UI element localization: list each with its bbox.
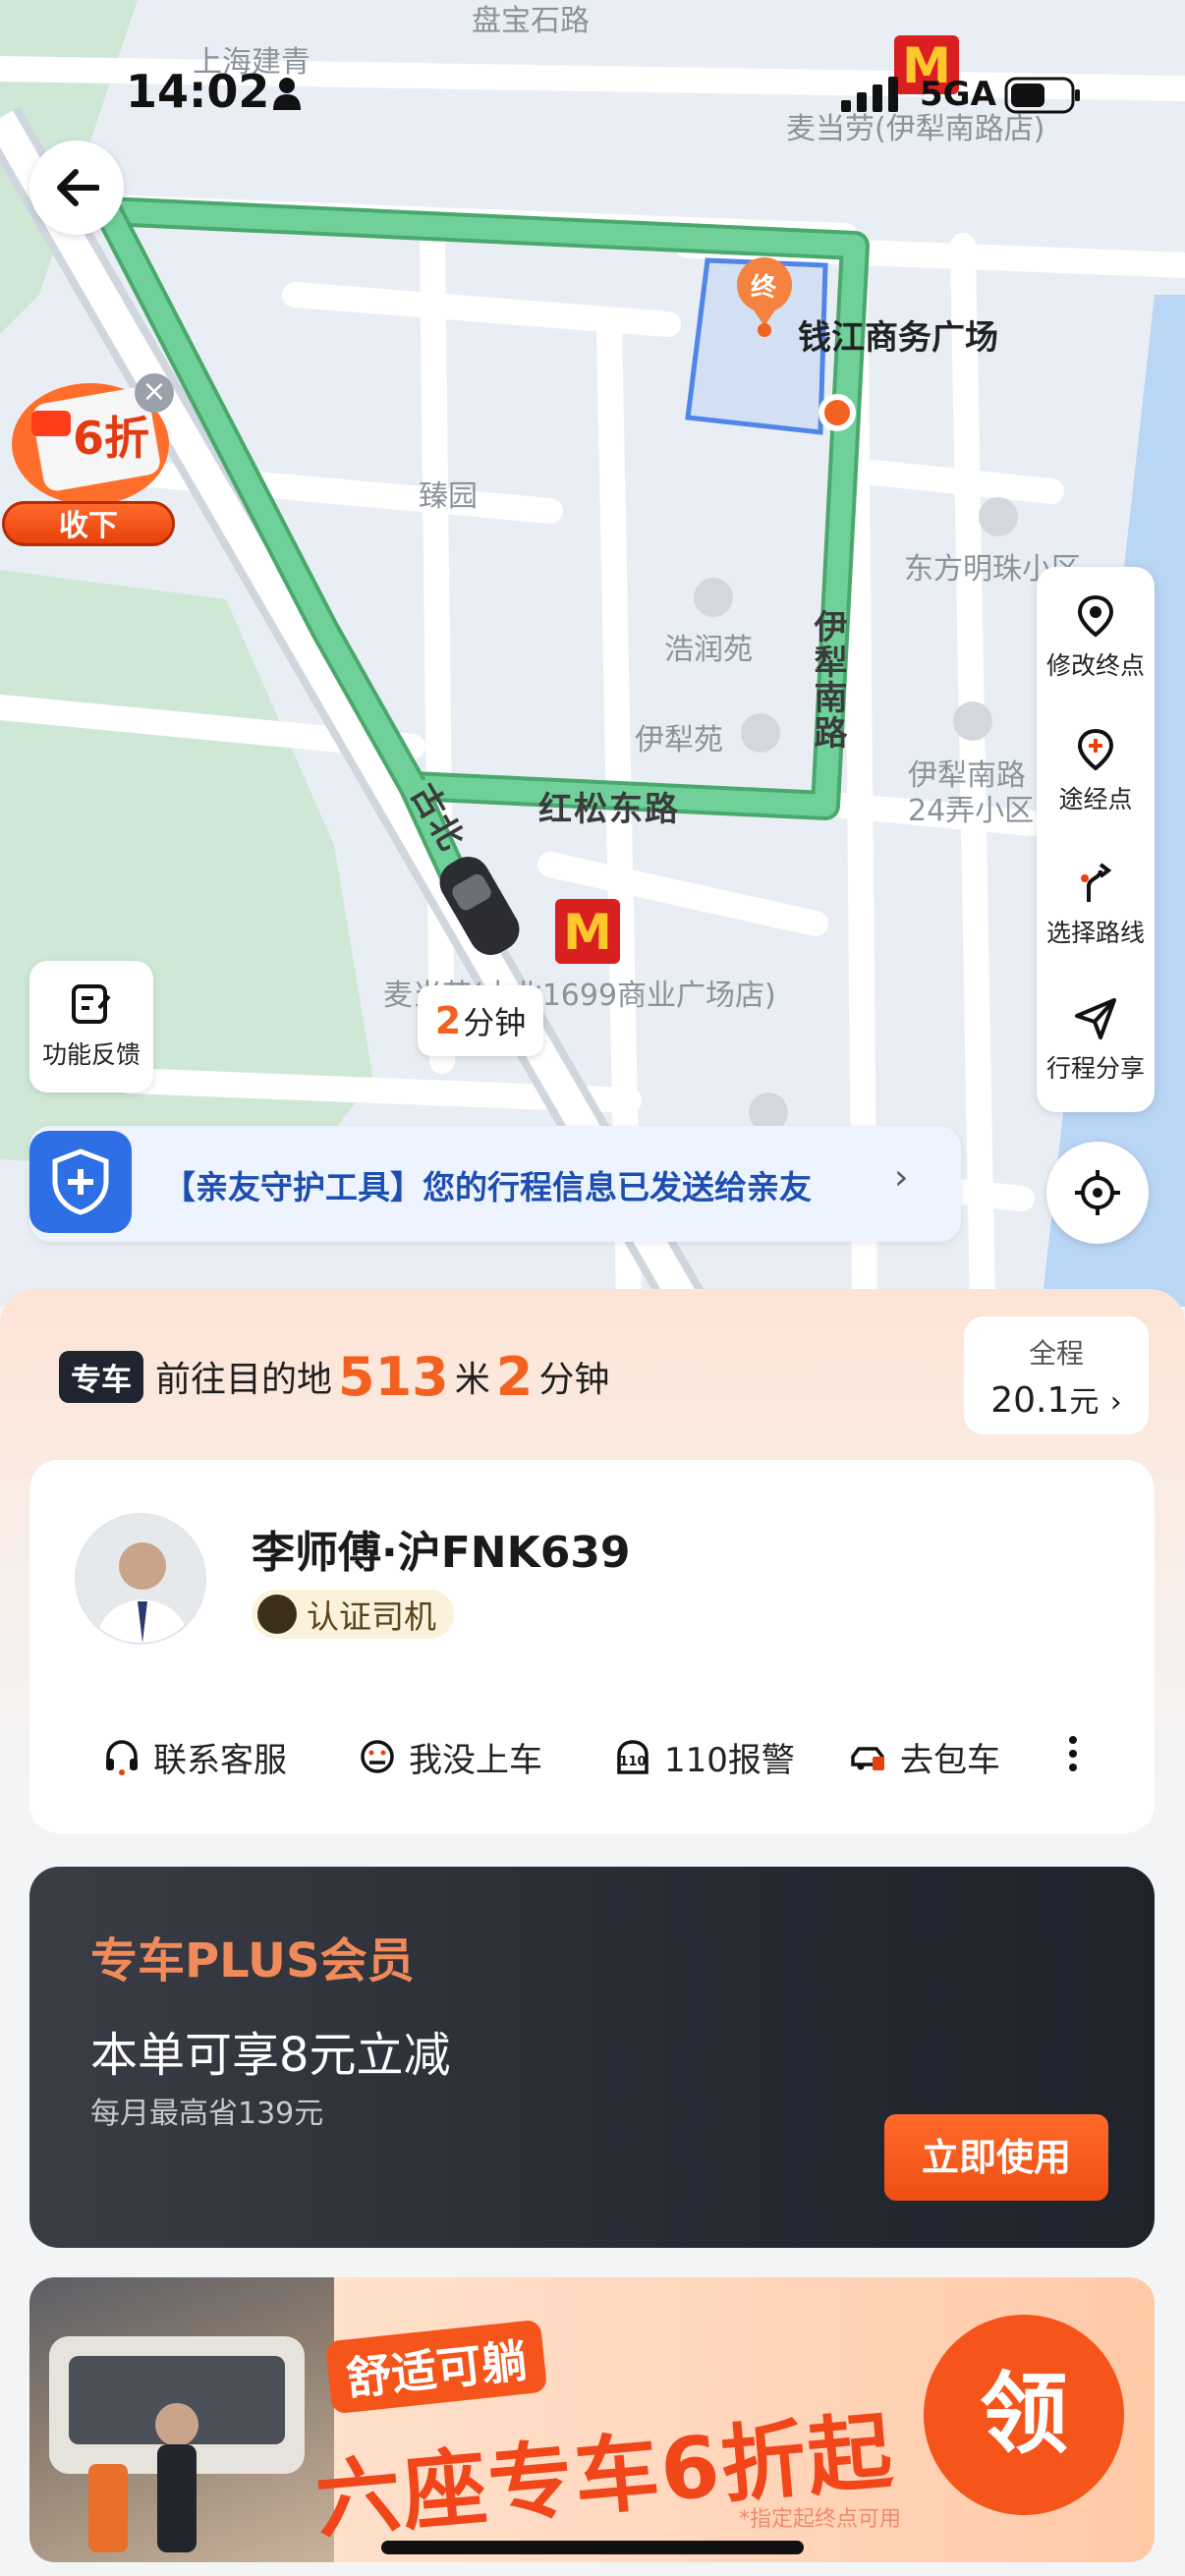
shield-icon	[29, 1131, 132, 1233]
police-icon: 110	[617, 1740, 649, 1774]
select-route-button[interactable]: 选择路线	[1037, 838, 1155, 972]
map-label-poi: 臻园	[419, 479, 478, 514]
trip-minutes-unit: 分钟	[538, 1360, 610, 1400]
route-icon	[1081, 863, 1112, 902]
driver-photo	[77, 1515, 204, 1643]
trip-prefix: 前往目的地	[155, 1360, 333, 1400]
signal-icon	[841, 77, 898, 112]
driver-cert-icon	[257, 1595, 297, 1634]
svg-text:110: 110	[619, 1755, 646, 1769]
trip-status: 专车 前往目的地 513 米 2 分钟	[59, 1339, 609, 1414]
side-tool-label: 修改终点	[1045, 651, 1145, 680]
arrow-left-icon	[57, 169, 99, 206]
close-icon[interactable]: ×	[135, 373, 174, 413]
banner-photo	[29, 2277, 334, 2562]
plus-subtext: 每月最高省139元	[90, 2097, 324, 2131]
eta-minutes: 2	[434, 999, 462, 1042]
fare-value-line: 20.1元 ›	[964, 1377, 1149, 1421]
crosshair-icon	[1075, 1170, 1120, 1215]
feedback-button[interactable]: 功能反馈	[29, 961, 153, 1092]
road-label-yili: 伊犁南路	[808, 609, 847, 751]
poi-icon	[953, 701, 992, 741]
back-button[interactable]	[29, 140, 124, 235]
fare-unit: 元	[1069, 1385, 1100, 1420]
headset-icon	[106, 1740, 138, 1775]
trip-distance-unit: 米	[454, 1360, 490, 1400]
fare-value: 20.1	[990, 1380, 1070, 1421]
banner-note: *指定起终点可用	[739, 2507, 902, 2532]
service-badge: 专车	[59, 1350, 143, 1403]
status-time: 14:02	[126, 65, 270, 118]
side-toolbar: 修改终点 途经点 选择路线 行程分享	[1037, 567, 1155, 1112]
map-label-poi: 浩润苑	[664, 633, 753, 667]
contact-support-button[interactable]: 联系客服	[102, 1727, 287, 1786]
eta-unit: 分钟	[463, 1004, 527, 1041]
certified-badge: 认证司机	[252, 1590, 454, 1639]
guard-banner[interactable]: 【亲友守护工具】您的行程信息已发送给亲友 ›	[29, 1126, 961, 1242]
locate-button[interactable]	[1046, 1142, 1149, 1244]
side-tool-label: 行程分享	[1045, 1054, 1145, 1083]
chevron-right-icon: ›	[1109, 1385, 1122, 1420]
edit-destination-button[interactable]: 修改终点	[1037, 571, 1155, 704]
chevron-right-icon: ›	[894, 1157, 909, 1198]
eta-bubble: 2 分钟	[418, 985, 543, 1056]
poi-icon	[979, 497, 1018, 536]
map-label-poi: 伊犁苑	[635, 723, 723, 757]
poi-icon	[741, 713, 780, 753]
road-label-hongsong: 红松东路	[538, 790, 680, 829]
person-icon	[273, 78, 301, 110]
pin-icon	[1077, 594, 1114, 638]
side-tool-label: 选择路线	[1045, 919, 1145, 947]
not-boarded-button[interactable]: 我没上车	[358, 1727, 542, 1786]
network-type: 5GA	[920, 75, 996, 114]
call-police-button[interactable]: 110 110报警	[613, 1727, 795, 1786]
driver-actions: 联系客服 我没上车 110 110报警 去包车	[102, 1727, 1124, 1786]
plus-title: 专车PLUS会员	[90, 1933, 415, 1988]
home-indicator[interactable]	[381, 2541, 804, 2554]
claim-button[interactable]: 领	[924, 2315, 1124, 2515]
map-label-poi: 24弄小区	[908, 794, 1035, 828]
svg-text:M: M	[563, 904, 612, 961]
share-trip-button[interactable]: 行程分享	[1037, 974, 1155, 1107]
poi-icon	[694, 578, 733, 617]
battery-icon	[1004, 77, 1080, 114]
avatar[interactable]	[75, 1513, 206, 1645]
charter-button[interactable]: 去包车	[849, 1727, 1000, 1786]
promo-discount: 6折	[73, 412, 150, 465]
action-label: 去包车	[900, 1740, 1000, 1780]
action-label: 我没上车	[409, 1740, 542, 1780]
map-label-road: 盘宝石路	[472, 4, 590, 38]
feedback-label: 功能反馈	[41, 1040, 141, 1069]
trip-distance: 513	[338, 1345, 449, 1408]
fare-box[interactable]: 全程 20.1元 ›	[964, 1316, 1149, 1434]
use-now-button[interactable]: 立即使用	[884, 2114, 1108, 2201]
action-label: 联系客服	[153, 1740, 287, 1780]
fare-label: 全程	[1028, 1337, 1084, 1370]
feedback-icon	[72, 984, 111, 1024]
driver-name: 李师傅·沪FNK639	[252, 1528, 631, 1578]
side-tool-label: 途经点	[1058, 785, 1133, 813]
share-icon	[1075, 998, 1116, 1039]
car-rent-icon	[851, 1747, 884, 1770]
action-label: 110报警	[664, 1740, 795, 1780]
map-view[interactable]: M M 盘宝石路 上海建青 麦当劳(伊犁南路店) 钱江商务广场 终 臻园 东方明…	[0, 0, 1185, 1307]
no-board-icon	[361, 1740, 394, 1773]
cert-label: 认证司机	[307, 1597, 436, 1636]
waypoint-button[interactable]: 途经点	[1037, 704, 1155, 838]
trip-minutes: 2	[495, 1345, 534, 1408]
map-canvas: M M	[0, 0, 1185, 1307]
destination-label: 钱江商务广场	[798, 318, 998, 358]
collapse-button[interactable]: 收下	[2, 501, 175, 546]
guard-text: 【亲友守护工具】您的行程信息已发送给亲友	[163, 1168, 812, 1206]
end-marker: 终	[751, 273, 777, 303]
plus-offer: 本单可享8元立减	[90, 2028, 451, 2083]
more-icon[interactable]	[1067, 1734, 1079, 1773]
waypoint-icon	[1077, 728, 1114, 771]
